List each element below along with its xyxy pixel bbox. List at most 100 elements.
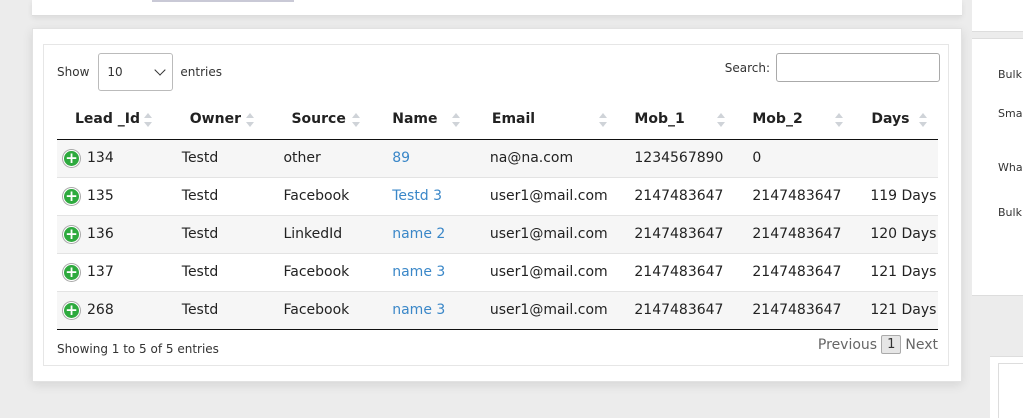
lead-id-cell: 268 xyxy=(87,301,114,318)
column-header-label: Days xyxy=(871,111,910,127)
email-cell: user1@mail.com xyxy=(489,301,608,318)
entries-label: entries xyxy=(180,65,222,79)
lead-id-cell: 135 xyxy=(87,187,114,204)
side-item-bulk-2[interactable]: Bulk xyxy=(998,206,1022,219)
column-header-name[interactable]: Name xyxy=(368,101,466,140)
email-cell: na@na.com xyxy=(489,149,574,166)
search-label: Search: xyxy=(724,60,770,75)
name-link[interactable]: name 3 xyxy=(368,254,466,291)
column-header-label: Email xyxy=(491,111,536,127)
mob-1-cell: 1234567890 xyxy=(634,149,724,166)
name-link[interactable]: name 3 xyxy=(368,292,466,329)
leads-table: Lead _Id Owner Source Name Email Mob_1 M… xyxy=(57,101,938,330)
expand-row-icon[interactable]: + xyxy=(63,263,80,281)
page-1-button[interactable]: 1 xyxy=(881,335,902,354)
show-label: Show xyxy=(57,65,90,79)
side-panel-top xyxy=(972,0,1023,32)
column-header-label: Name xyxy=(392,111,438,127)
side-item-bulk[interactable]: Bulk xyxy=(998,68,1022,81)
name-link[interactable]: 89 xyxy=(368,140,466,177)
name-link[interactable]: name 2 xyxy=(368,216,466,253)
expand-row-icon[interactable]: + xyxy=(63,149,80,167)
column-header-label: Mob_2 xyxy=(752,111,803,127)
sort-icon xyxy=(144,113,152,127)
next-button[interactable]: Next xyxy=(905,337,938,353)
days-cell: 121 Days xyxy=(870,263,937,280)
mob-1-cell: 2147483647 xyxy=(634,263,724,280)
length-menu: Show 10 entries xyxy=(57,53,222,91)
source-cell: other xyxy=(283,149,321,166)
datatable-wrapper: Show 10 entries Search: Lead _Id Owner S… xyxy=(43,44,949,366)
search-filter: Search: xyxy=(725,53,940,82)
column-header-label: Owner xyxy=(189,111,241,127)
owner-cell: Testd xyxy=(181,149,219,166)
sort-icon xyxy=(452,113,461,127)
pagination: Previous 1 Next xyxy=(818,335,938,354)
sort-icon xyxy=(717,113,726,127)
column-header-lead-id[interactable]: Lead _Id xyxy=(57,101,162,140)
column-header-source[interactable]: Source xyxy=(263,101,369,140)
email-cell: user1@mail.com xyxy=(489,187,608,204)
expand-row-icon[interactable]: + xyxy=(63,187,80,205)
sort-icon xyxy=(245,113,254,127)
table-header-row: Lead _Id Owner Source Name Email Mob_1 M… xyxy=(57,101,938,140)
side-panel-box xyxy=(998,363,1023,418)
column-header-owner[interactable]: Owner xyxy=(161,101,264,140)
mob-2-cell: 0 xyxy=(752,149,762,166)
table-row: +135 Testd Facebook Testd 3 user1@mail.c… xyxy=(57,176,938,215)
column-header-mob-1[interactable]: Mob_1 xyxy=(615,101,734,140)
search-input[interactable] xyxy=(776,53,940,82)
chevron-down-icon xyxy=(154,64,167,76)
mob-2-cell: 2147483647 xyxy=(752,225,842,242)
email-cell: user1@mail.com xyxy=(489,225,608,242)
table-row: +136 Testd LinkedId name 2 user1@mail.co… xyxy=(57,214,938,253)
column-header-mob-2[interactable]: Mob_2 xyxy=(733,101,852,140)
side-item-sms[interactable]: Sma xyxy=(998,107,1022,120)
mob-2-cell: 2147483647 xyxy=(752,263,842,280)
sort-icon xyxy=(919,113,928,127)
lead-id-cell: 137 xyxy=(87,263,114,280)
mob-2-cell: 2147483647 xyxy=(752,301,842,318)
days-cell: 120 Days xyxy=(870,225,937,242)
mob-1-cell: 2147483647 xyxy=(634,187,724,204)
side-panel-actions: Bulk Sma Wha Bulk xyxy=(972,38,1023,296)
table-row: +137 Testd Facebook name 3 user1@mail.co… xyxy=(57,252,938,291)
owner-cell: Testd xyxy=(181,301,219,318)
sort-icon xyxy=(598,113,607,127)
expand-row-icon[interactable]: + xyxy=(63,301,80,319)
table-row: +268 Testd Facebook name 3 user1@mail.co… xyxy=(57,290,938,330)
column-header-label: Lead _Id xyxy=(75,111,140,127)
card-tab-edge xyxy=(152,0,294,2)
mob-1-cell: 2147483647 xyxy=(634,225,724,242)
source-cell: Facebook xyxy=(283,301,350,318)
sort-icon xyxy=(835,113,844,127)
days-cell xyxy=(851,140,938,177)
table-row: +134 Testd other 89 na@na.com 1234567890… xyxy=(57,139,938,177)
mob-2-cell: 2147483647 xyxy=(752,187,842,204)
owner-cell: Testd xyxy=(181,225,219,242)
column-header-label: Source xyxy=(291,111,346,127)
source-cell: LinkedId xyxy=(283,225,343,242)
days-cell: 121 Days xyxy=(870,301,937,318)
days-cell: 119 Days xyxy=(870,187,937,204)
entries-select[interactable]: 10 xyxy=(98,53,174,91)
lead-id-cell: 136 xyxy=(87,225,114,242)
sort-icon xyxy=(352,113,361,127)
source-cell: Facebook xyxy=(283,187,350,204)
previous-button[interactable]: Previous xyxy=(818,337,877,353)
column-header-email[interactable]: Email xyxy=(465,101,616,140)
side-item-whatsapp[interactable]: Wha xyxy=(998,161,1023,174)
source-cell: Facebook xyxy=(283,263,350,280)
name-link[interactable]: Testd 3 xyxy=(368,178,466,215)
column-header-days[interactable]: Days xyxy=(851,101,938,140)
expand-row-icon[interactable]: + xyxy=(63,225,80,243)
column-header-label: Mob_1 xyxy=(634,111,685,127)
entries-select-value: 10 xyxy=(107,65,123,79)
lead-id-cell: 134 xyxy=(87,149,114,166)
owner-cell: Testd xyxy=(181,263,219,280)
leads-card: Show 10 entries Search: Lead _Id Owner S… xyxy=(32,28,962,382)
owner-cell: Testd xyxy=(181,187,219,204)
table-info: Showing 1 to 5 of 5 entries xyxy=(57,342,219,356)
mob-1-cell: 2147483647 xyxy=(634,301,724,318)
email-cell: user1@mail.com xyxy=(489,263,608,280)
